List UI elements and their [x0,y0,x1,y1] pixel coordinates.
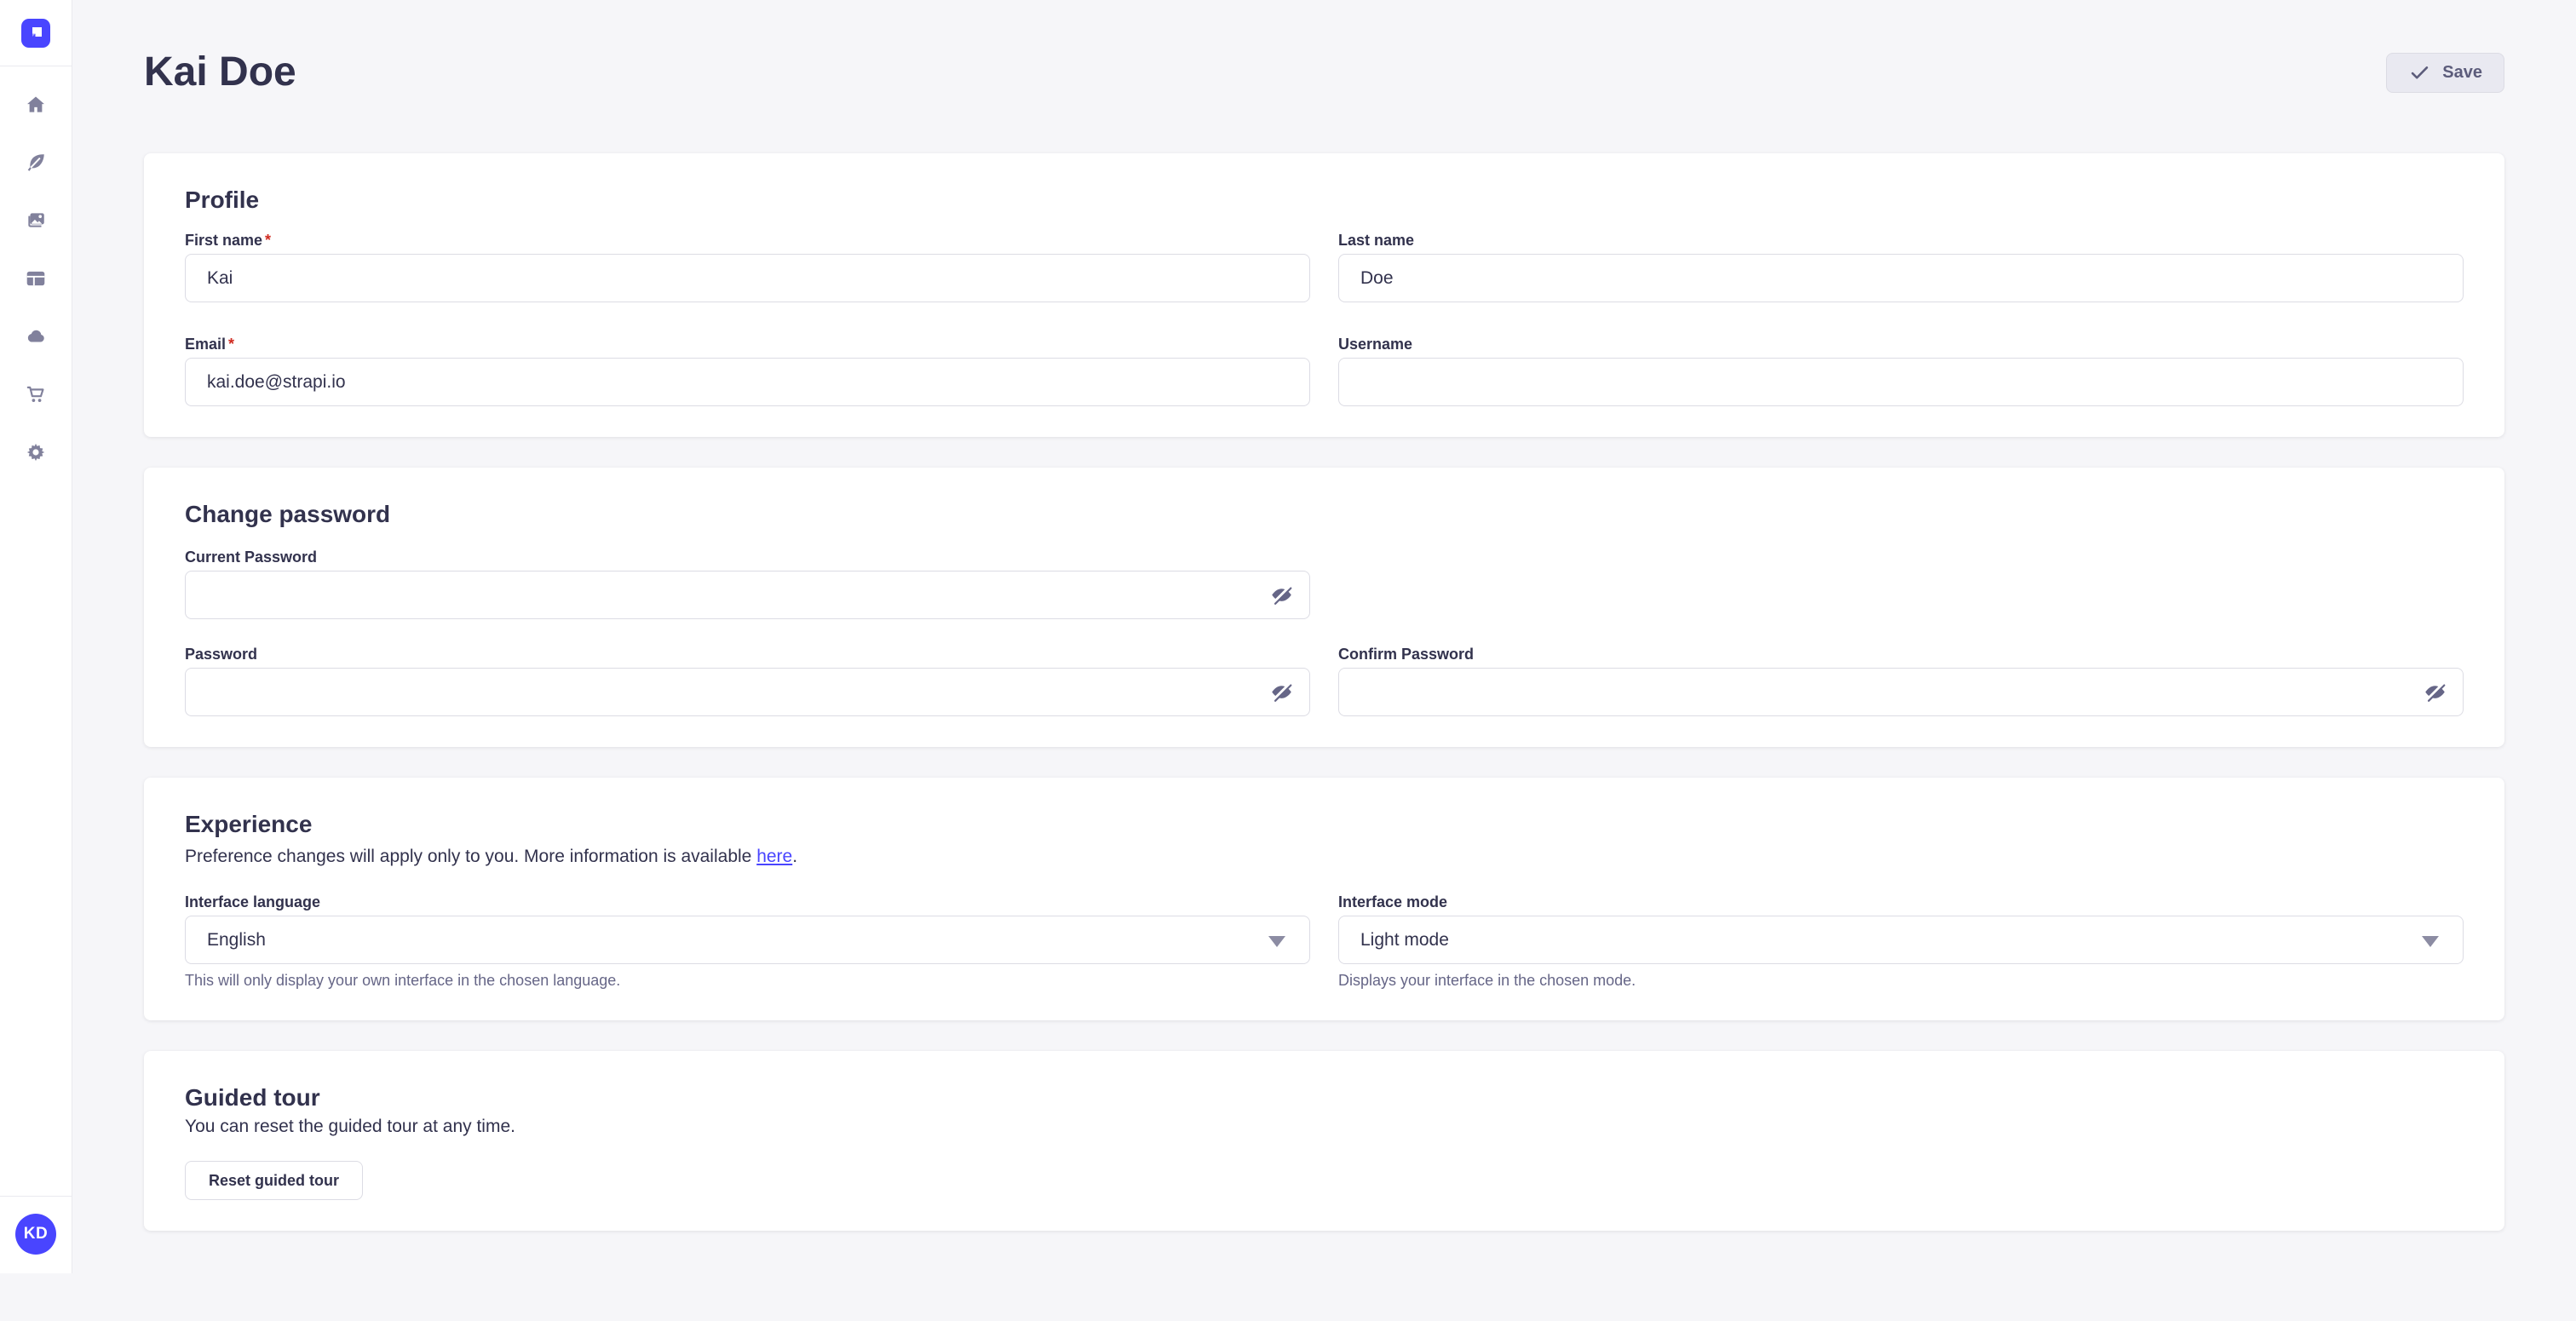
first-name-field: First name* [185,231,1310,302]
change-password-heading: Change password [185,500,2464,529]
avatar[interactable]: KD [15,1214,56,1255]
eye-off-icon [2424,681,2447,704]
sidebar-item-marketplace[interactable] [17,376,55,413]
save-button[interactable]: Save [2386,53,2504,93]
email-label: Email [185,336,226,353]
current-password-field: Current Password [185,548,1310,619]
interface-language-field: Interface language English This will onl… [185,893,1310,990]
chevron-down-icon [1268,936,1285,947]
interface-language-value: English [207,930,266,951]
confirm-password-input[interactable] [1338,668,2464,716]
experience-card: Experience Preference changes will apply… [144,778,2504,1020]
username-field: Username [1338,335,2464,406]
password-field: Password [185,645,1310,716]
content-type-builder-icon [25,267,47,290]
sidebar: KD [0,0,72,1273]
sidebar-item-cloud[interactable] [17,318,55,355]
password-label: Password [185,646,257,663]
strapi-logo-icon [21,19,50,48]
guided-tour-card: Guided tour You can reset the guided tou… [144,1051,2504,1231]
main-content: Kai Doe Save Profile First name* Last na… [72,48,2576,1231]
chevron-down-icon [2422,936,2439,947]
experience-description: Preference changes will apply only to yo… [185,846,2464,868]
sidebar-footer: KD [0,1196,72,1273]
username-label: Username [1338,336,1412,353]
confirm-password-field: Confirm Password [1338,645,2464,716]
last-name-input[interactable] [1338,254,2464,302]
toggle-password-visibility[interactable] [1266,677,1297,708]
required-marker: * [228,336,234,353]
email-input[interactable] [185,358,1310,406]
media-library-icon [25,210,47,232]
sidebar-logo-section [0,0,72,66]
home-icon [25,94,47,116]
last-name-field: Last name [1338,231,2464,302]
interface-language-select[interactable]: English [185,916,1310,964]
interface-language-label: Interface language [185,893,320,910]
sidebar-item-home[interactable] [17,86,55,123]
guided-tour-heading: Guided tour [185,1083,2464,1112]
sidebar-item-settings[interactable] [17,434,55,471]
save-button-label: Save [2442,63,2482,83]
settings-gear-icon [25,441,47,463]
interface-mode-select[interactable]: Light mode [1338,916,2464,964]
change-password-card: Change password Current Password [144,468,2504,747]
sidebar-item-media-library[interactable] [17,202,55,239]
marketplace-cart-icon [25,383,47,405]
first-name-label: First name [185,232,262,249]
toggle-current-password-visibility[interactable] [1266,580,1297,611]
eye-off-icon [1270,583,1293,606]
interface-mode-label: Interface mode [1338,893,1447,910]
confirm-password-label: Confirm Password [1338,646,1474,663]
interface-mode-value: Light mode [1360,930,1449,951]
username-input[interactable] [1338,358,2464,406]
page-header: Kai Doe Save [144,48,2504,97]
current-password-input[interactable] [185,571,1310,619]
last-name-label: Last name [1338,232,1414,249]
current-password-label: Current Password [185,549,317,566]
interface-mode-field: Interface mode Light mode Displays your … [1338,893,2464,990]
profile-card: Profile First name* Last name Email* [144,153,2504,437]
toggle-confirm-password-visibility[interactable] [2419,677,2450,708]
sidebar-item-content-manager[interactable] [17,144,55,181]
content-manager-feather-icon [25,152,47,174]
cloud-icon [25,325,47,347]
sidebar-item-content-type-builder[interactable] [17,260,55,297]
page-title: Kai Doe [144,48,296,97]
settings-cards: Profile First name* Last name Email* [144,153,2504,1231]
eye-off-icon [1270,681,1293,704]
more-information-link[interactable]: here [756,847,792,866]
first-name-input[interactable] [185,254,1310,302]
interface-language-hint: This will only display your own interfac… [185,971,1310,990]
required-marker: * [265,232,271,249]
check-icon [2408,61,2431,84]
password-input[interactable] [185,668,1310,716]
interface-mode-hint: Displays your interface in the chosen mo… [1338,971,2464,990]
main-nav [17,66,55,471]
experience-heading: Experience [185,810,2464,839]
guided-tour-description: You can reset the guided tour at any tim… [185,1116,2464,1138]
strapi-logo[interactable] [21,19,50,48]
email-field: Email* [185,335,1310,406]
reset-guided-tour-button[interactable]: Reset guided tour [185,1161,363,1200]
profile-heading: Profile [185,186,2464,215]
